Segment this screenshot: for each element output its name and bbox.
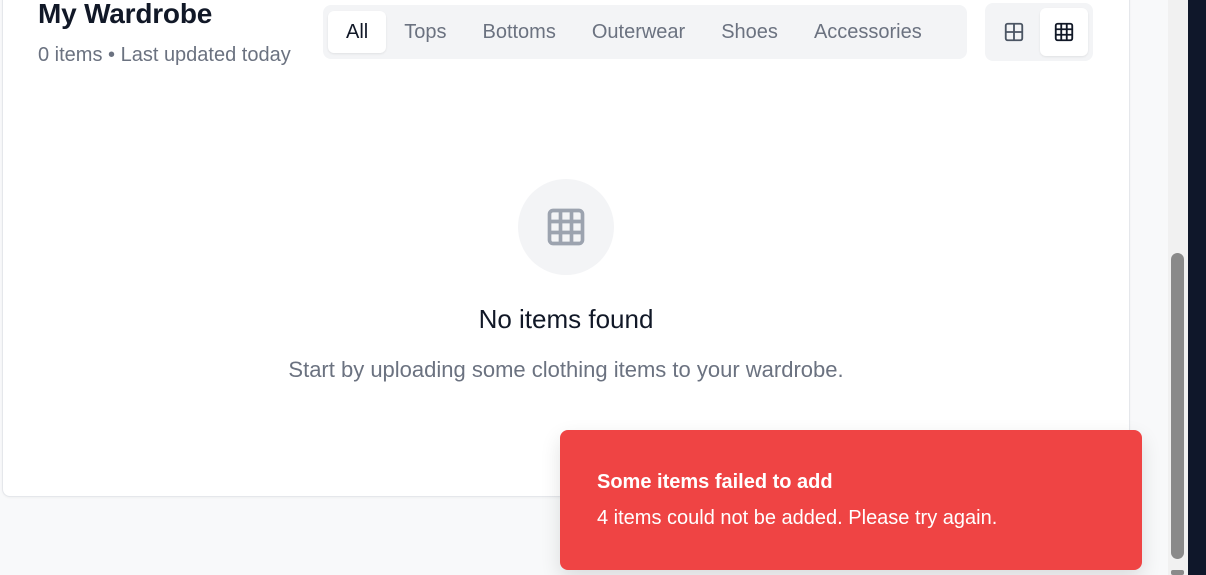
grid-3x3-icon — [1054, 22, 1074, 42]
tab-accessories[interactable]: Accessories — [796, 11, 940, 53]
category-filter-tabs: All Tops Bottoms Outerwear Shoes Accesso… — [323, 5, 967, 59]
tab-bottoms[interactable]: Bottoms — [464, 11, 573, 53]
scrollbar-thumb[interactable] — [1171, 253, 1184, 559]
tab-tops[interactable]: Tops — [386, 11, 464, 53]
view-toggle — [985, 3, 1093, 61]
error-toast[interactable]: Some items failed to add 4 items could n… — [560, 430, 1142, 570]
empty-state-description: Start by uploading some clothing items t… — [288, 357, 844, 382]
item-count-subtitle: 0 items • Last updated today — [38, 44, 291, 66]
tab-outerwear[interactable]: Outerwear — [574, 11, 703, 53]
tab-all[interactable]: All — [328, 11, 387, 53]
window-edge — [1188, 0, 1206, 575]
empty-state-icon-circle — [518, 179, 614, 275]
grid-2x2-icon — [1004, 22, 1024, 42]
toast-message: 4 items could not be added. Please try a… — [597, 507, 998, 529]
scrollbar-down-arrow[interactable] — [1171, 570, 1184, 575]
grid-3x3-icon — [547, 208, 585, 246]
page: My Wardrobe 0 items • Last updated today… — [0, 0, 1206, 575]
empty-state-title: No items found — [478, 304, 654, 334]
toast-title: Some items failed to add — [597, 471, 833, 493]
large-grid-view-button[interactable] — [990, 8, 1038, 56]
small-grid-view-button[interactable] — [1040, 8, 1088, 56]
page-title: My Wardrobe — [38, 0, 213, 29]
tab-shoes[interactable]: Shoes — [703, 11, 796, 53]
